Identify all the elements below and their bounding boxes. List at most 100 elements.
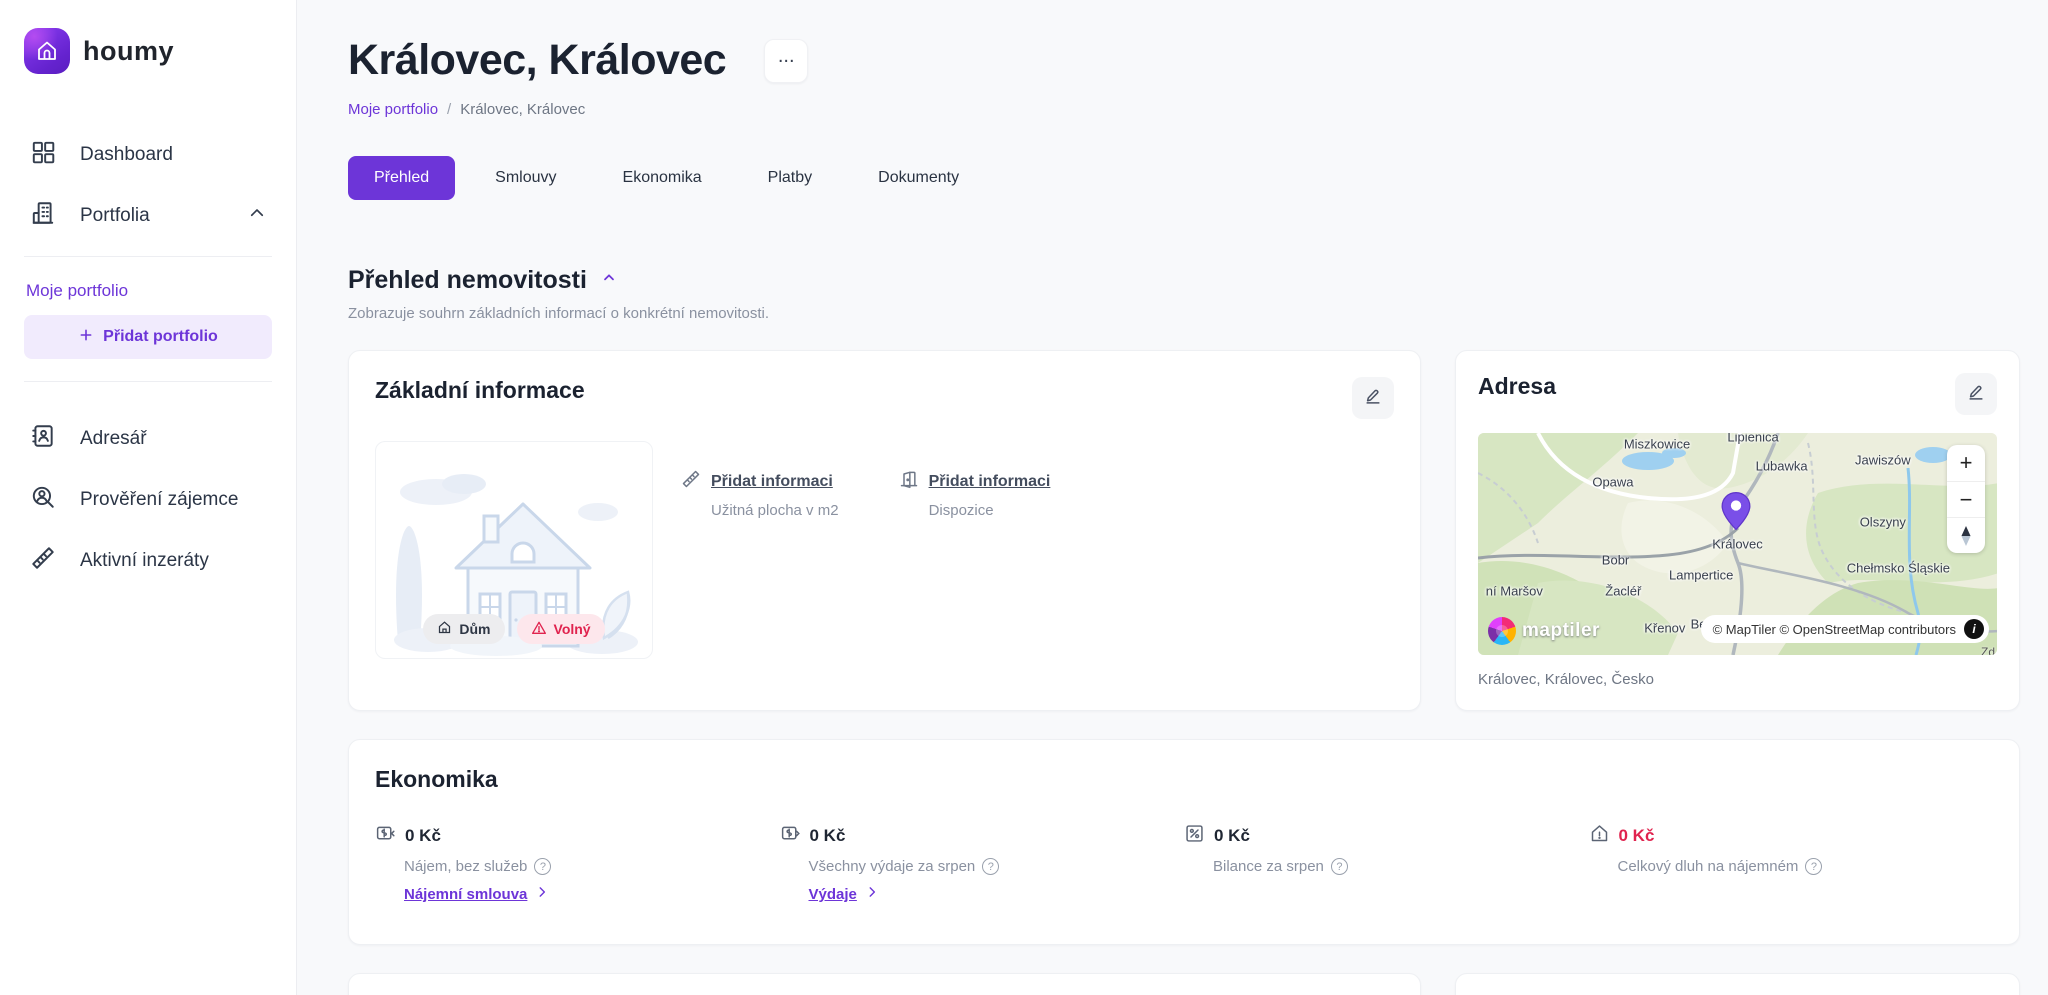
tab-bar: Přehled Smlouvy Ekonomika Platby Dokumen… bbox=[348, 156, 2020, 200]
chevron-up-icon bbox=[248, 204, 266, 227]
maptiler-logo-text: maptiler bbox=[1522, 620, 1600, 642]
card-title: Základní informace bbox=[375, 377, 585, 404]
address-card: Adresa bbox=[1455, 350, 2020, 711]
expenses-link[interactable]: Výdaje bbox=[809, 886, 857, 903]
property-badges: Dům Volný bbox=[376, 614, 652, 644]
sidebar-item-label: Dashboard bbox=[80, 144, 173, 166]
map-attribution: © MapTiler © OpenStreetMap contributors … bbox=[1701, 615, 1989, 643]
compass-button[interactable] bbox=[1947, 517, 1985, 553]
chevron-right-icon bbox=[865, 885, 879, 904]
help-icon[interactable]: ? bbox=[1805, 858, 1822, 875]
help-icon[interactable]: ? bbox=[534, 858, 551, 875]
map-pin-icon[interactable] bbox=[1721, 492, 1751, 535]
map-label: Lubawka bbox=[1756, 459, 1808, 474]
add-area-sublabel: Užitná plocha v m2 bbox=[711, 502, 839, 519]
maptiler-logo[interactable]: maptiler bbox=[1488, 617, 1600, 645]
occupancy-status-badge: Volný bbox=[517, 614, 605, 644]
sidebar-item-moje-portfolio[interactable]: Moje portfolio bbox=[24, 267, 272, 315]
warning-triangle-icon bbox=[531, 620, 547, 639]
card-title: Adresa bbox=[1478, 373, 1556, 400]
sidebar-item-label: Prověření zájemce bbox=[80, 489, 238, 511]
help-icon[interactable]: ? bbox=[982, 858, 999, 875]
address-caption: Královec, Královec, Česko bbox=[1478, 671, 1997, 688]
sidebar-item-dashboard[interactable]: Dashboard bbox=[24, 124, 272, 185]
brand-logo[interactable]: houmy bbox=[24, 28, 272, 74]
economy-card: Ekonomika 0 Kč Nájem, bez služeb ? Náje bbox=[348, 739, 2020, 945]
more-options-button[interactable]: ... bbox=[764, 39, 808, 83]
ruler-icon bbox=[30, 545, 56, 576]
section-title: Přehled nemovitosti bbox=[348, 266, 587, 295]
tab-prehled[interactable]: Přehled bbox=[348, 156, 455, 200]
breadcrumb-current: Královec, Královec bbox=[460, 101, 585, 118]
app-root: houmy Dashboard Portfolia Moje portfolio… bbox=[0, 0, 2048, 995]
stat-label: Celkový dluh na nájemném bbox=[1618, 858, 1799, 875]
map-label: Lipienica bbox=[1727, 433, 1778, 445]
card-title: Ekonomika bbox=[375, 766, 1993, 793]
transactions-card: Poslední transakce bbox=[348, 973, 1421, 995]
stat-label: Nájem, bez služeb bbox=[404, 858, 527, 875]
dashboard-icon bbox=[30, 139, 56, 170]
sidebar-item-provereni-zajemce[interactable]: Prověření zájemce bbox=[24, 469, 272, 530]
tab-ekonomika[interactable]: Ekonomika bbox=[597, 156, 728, 200]
edit-basic-info-button[interactable] bbox=[1352, 377, 1394, 419]
contact-book-icon bbox=[30, 423, 56, 454]
brand-name: houmy bbox=[83, 36, 174, 67]
ruler-icon bbox=[681, 469, 701, 494]
property-illustration: Dům Volný bbox=[375, 441, 653, 659]
stat-rent: 0 Kč Nájem, bez služeb ? Nájemní smlouva bbox=[375, 823, 780, 904]
sidebar-item-adresar[interactable]: Adresář bbox=[24, 408, 272, 469]
zoom-out-button[interactable]: − bbox=[1947, 481, 1985, 517]
map[interactable]: Miszkowice Lipienica Lubawka Jawiszów Op… bbox=[1478, 433, 1997, 655]
collapse-chevron-icon[interactable] bbox=[601, 270, 617, 291]
add-info-area: Přidat informaci Užitná plocha v m2 bbox=[681, 469, 839, 659]
divider bbox=[24, 381, 272, 382]
tab-platby[interactable]: Platby bbox=[742, 156, 838, 200]
section-subtitle: Zobrazuje souhrn základních informací o … bbox=[348, 305, 2020, 322]
stat-debt: 0 Kč Celkový dluh na nájemném ? bbox=[1589, 823, 1994, 904]
tab-dokumenty[interactable]: Dokumenty bbox=[852, 156, 985, 200]
money-in-icon bbox=[375, 823, 396, 849]
zoom-in-button[interactable]: + bbox=[1947, 445, 1985, 481]
sidebar-item-aktivni-inzeraty[interactable]: Aktivní inzeráty bbox=[24, 530, 272, 591]
map-source-label: Zd bbox=[1981, 645, 1995, 655]
page-title: Královec, Královec bbox=[348, 36, 726, 85]
main-content: Královec, Královec ... Moje portfolio / … bbox=[297, 0, 2048, 995]
building-icon bbox=[30, 200, 56, 231]
basic-info-card: Základní informace bbox=[348, 350, 1421, 711]
property-type-badge: Dům bbox=[423, 614, 504, 644]
stat-label: Všechny výdaje za srpen bbox=[809, 858, 976, 875]
maptiler-logo-icon bbox=[1488, 617, 1516, 645]
badge-label: Dům bbox=[459, 621, 490, 637]
add-layout-sublabel: Dispozice bbox=[929, 502, 1051, 519]
sidebar-item-label: Aktivní inzeráty bbox=[80, 550, 209, 572]
sidebar-item-label: Adresář bbox=[80, 428, 147, 450]
attribution-text: © MapTiler © OpenStreetMap contributors bbox=[1713, 622, 1956, 637]
help-icon[interactable]: ? bbox=[1331, 858, 1348, 875]
door-icon bbox=[899, 469, 919, 494]
add-area-link[interactable]: Přidat informaci bbox=[711, 473, 833, 491]
rent-contract-link[interactable]: Nájemní smlouva bbox=[404, 886, 527, 903]
tenant-card: Aktuální nájemník bbox=[1455, 973, 2020, 995]
stat-value: 0 Kč bbox=[1619, 826, 1655, 846]
info-icon[interactable]: i bbox=[1964, 619, 1984, 639]
stat-balance: 0 Kč Bilance za srpen ? bbox=[1184, 823, 1589, 904]
breadcrumb: Moje portfolio / Královec, Královec bbox=[348, 101, 2020, 118]
add-info-layout: Přidat informaci Dispozice bbox=[899, 469, 1051, 659]
add-layout-link[interactable]: Přidat informaci bbox=[929, 473, 1051, 491]
breadcrumb-link[interactable]: Moje portfolio bbox=[348, 101, 438, 118]
sidebar-item-portfolia[interactable]: Portfolia bbox=[24, 185, 272, 246]
map-label: Lampertice bbox=[1669, 568, 1733, 583]
map-label: Královec bbox=[1712, 537, 1763, 552]
pencil-icon bbox=[1966, 383, 1986, 406]
stat-value: 0 Kč bbox=[810, 826, 846, 846]
percent-icon bbox=[1184, 823, 1205, 849]
map-label: Opawa bbox=[1592, 474, 1633, 489]
stat-value: 0 Kč bbox=[405, 826, 441, 846]
map-label: Miszkowice bbox=[1624, 437, 1690, 452]
add-portfolio-button[interactable]: Přidat portfolio bbox=[24, 315, 272, 359]
plus-icon bbox=[78, 327, 94, 348]
tab-smlouvy[interactable]: Smlouvy bbox=[469, 156, 582, 200]
edit-address-button[interactable] bbox=[1955, 373, 1997, 415]
stat-value: 0 Kč bbox=[1214, 826, 1250, 846]
add-portfolio-label: Přidat portfolio bbox=[103, 328, 218, 346]
